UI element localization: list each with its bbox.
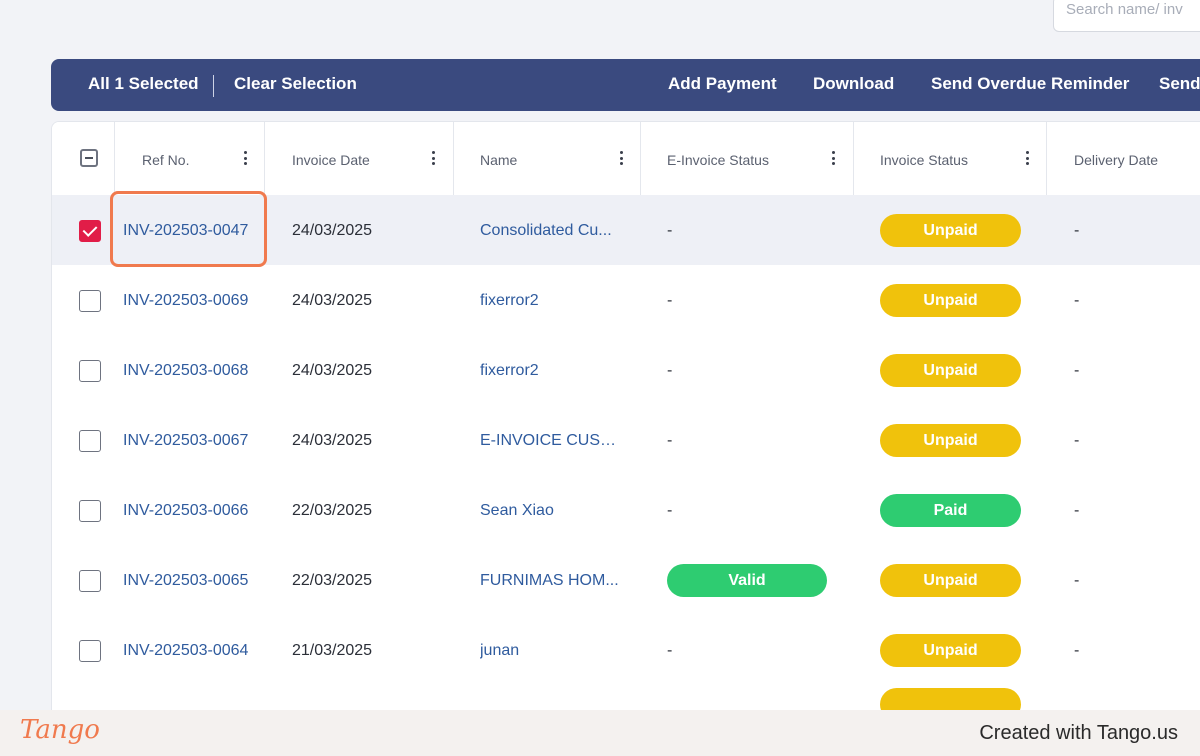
more-vertical-icon[interactable] (619, 151, 623, 165)
einvoice-status: - (667, 642, 673, 659)
invoice-date: 22/03/2025 (292, 572, 373, 589)
invoice-date: 24/03/2025 (292, 292, 373, 309)
delivery-date: - (1074, 222, 1080, 239)
column-delivery[interactable]: Delivery Date (1047, 122, 1200, 195)
row-checkbox[interactable] (79, 430, 101, 452)
invoice-date: 22/03/2025 (292, 502, 373, 519)
click-highlight (110, 191, 267, 267)
column-delivery-label: Delivery Date (1074, 152, 1159, 168)
status-badge: Unpaid (880, 354, 1021, 387)
table-row[interactable]: INV-202503-0069 24/03/2025 fixerror2 - U… (52, 265, 1200, 335)
column-status-label: Invoice Status (880, 152, 968, 168)
ref-link[interactable]: INV-202503-0068 (123, 362, 248, 380)
einvoice-status: - (667, 432, 673, 449)
table-row[interactable]: INV-202503-0067 24/03/2025 E-INVOICE CUS… (52, 405, 1200, 475)
customer-name-link[interactable]: FURNIMAS HOM... (480, 572, 619, 590)
more-vertical-icon[interactable] (431, 151, 435, 165)
status-badge: Unpaid (880, 284, 1021, 317)
column-date-label: Invoice Date (292, 152, 370, 168)
row-checkbox[interactable] (79, 220, 101, 242)
more-vertical-icon[interactable] (243, 151, 247, 165)
tango-logo: Tango (20, 715, 100, 745)
more-vertical-icon[interactable] (831, 151, 835, 165)
customer-name-link[interactable]: junan (480, 642, 519, 660)
status-badge: Paid (880, 494, 1021, 527)
column-ref-label: Ref No. (142, 152, 190, 168)
column-name[interactable]: Name (454, 122, 641, 195)
row-checkbox[interactable] (79, 290, 101, 312)
einvoice-status: - (667, 292, 673, 309)
column-ref[interactable]: Ref No. (115, 122, 265, 195)
selected-count: All 1 Selected (88, 74, 199, 93)
table-row[interactable]: INV-202503-0066 22/03/2025 Sean Xiao - P… (52, 475, 1200, 545)
send-overdue-reminder-button[interactable]: Send Overdue Reminder (931, 74, 1129, 94)
add-payment-button[interactable]: Add Payment (668, 74, 777, 94)
ref-link[interactable]: INV-202503-0067 (123, 432, 248, 450)
send-button[interactable]: Send (1159, 74, 1200, 94)
column-einvoice[interactable]: E-Invoice Status (641, 122, 854, 195)
status-badge: Unpaid (880, 214, 1021, 247)
status-badge: Unpaid (880, 424, 1021, 457)
more-vertical-icon[interactable] (1025, 151, 1029, 165)
column-date[interactable]: Invoice Date (265, 122, 454, 195)
invoice-date: 21/03/2025 (292, 642, 373, 659)
delivery-date: - (1074, 642, 1080, 659)
column-status[interactable]: Invoice Status (854, 122, 1047, 195)
status-badge: Unpaid (880, 564, 1021, 597)
ref-link[interactable]: INV-202503-0064 (123, 642, 248, 660)
table-row[interactable]: INV-202503-0068 24/03/2025 fixerror2 - U… (52, 335, 1200, 405)
invoice-date: 24/03/2025 (292, 432, 373, 449)
footer-credit: Created with Tango.us (979, 722, 1178, 744)
einvoice-status-badge: Valid (667, 564, 827, 597)
einvoice-status: - (667, 222, 673, 239)
delivery-date: - (1074, 432, 1080, 449)
table-header: Ref No. Invoice Date Name E-Invoice Stat… (52, 122, 1200, 196)
toolbar-divider (213, 75, 214, 97)
clear-selection-button[interactable]: Clear Selection (234, 74, 357, 94)
customer-name-link[interactable]: Consolidated Cu... (480, 222, 612, 240)
search-input[interactable]: Search name/ inv (1053, 0, 1200, 32)
status-badge: Unpaid (880, 634, 1021, 667)
delivery-date: - (1074, 572, 1080, 589)
customer-name-link[interactable]: Sean Xiao (480, 502, 554, 520)
invoice-date: 24/03/2025 (292, 222, 373, 239)
column-name-label: Name (480, 152, 518, 168)
ref-link[interactable]: INV-202503-0065 (123, 572, 248, 590)
delivery-date: - (1074, 292, 1080, 309)
row-checkbox[interactable] (79, 360, 101, 382)
download-button[interactable]: Download (813, 74, 894, 94)
table-row[interactable]: INV-202503-0064 21/03/2025 junan - Unpai… (52, 615, 1200, 685)
row-checkbox[interactable] (79, 640, 101, 662)
bulk-action-bar: All 1 Selected Clear Selection Add Payme… (51, 59, 1200, 111)
customer-name-link[interactable]: E-INVOICE CUST... (480, 432, 620, 450)
invoice-date: 24/03/2025 (292, 362, 373, 379)
ref-link[interactable]: INV-202503-0066 (123, 502, 248, 520)
row-checkbox[interactable] (79, 570, 101, 592)
customer-name-link[interactable]: fixerror2 (480, 362, 539, 380)
einvoice-status: - (667, 502, 673, 519)
select-all-checkbox[interactable] (80, 149, 98, 167)
customer-name-link[interactable]: fixerror2 (480, 292, 539, 310)
footer-bar: Tango Created with Tango.us (0, 710, 1200, 756)
header-checkbox-cell (52, 122, 115, 195)
delivery-date: - (1074, 502, 1080, 519)
einvoice-status: - (667, 362, 673, 379)
table-row[interactable]: INV-202503-0065 22/03/2025 FURNIMAS HOM.… (52, 545, 1200, 615)
ref-link[interactable]: INV-202503-0069 (123, 292, 248, 310)
row-checkbox[interactable] (79, 500, 101, 522)
column-einvoice-label: E-Invoice Status (667, 152, 769, 168)
delivery-date: - (1074, 362, 1080, 379)
